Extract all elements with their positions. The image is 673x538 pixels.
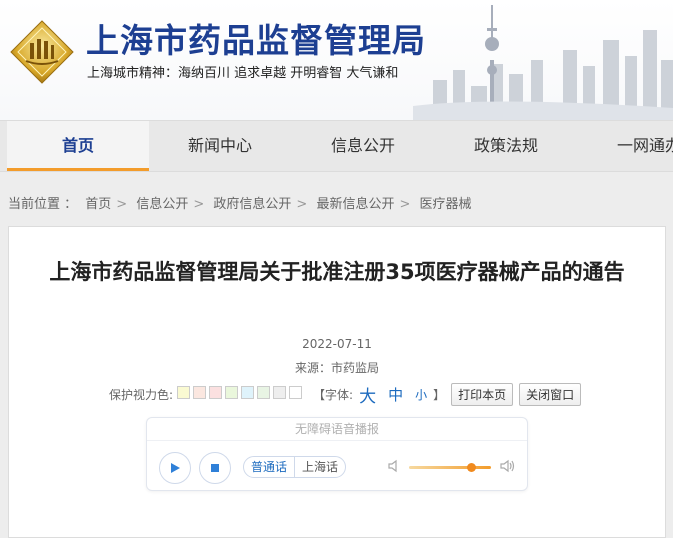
play-icon <box>171 463 180 473</box>
volume-slider[interactable] <box>409 463 491 472</box>
nav-item-info-disclosure[interactable]: 信息公开 <box>292 121 434 171</box>
breadcrumb-medical-devices[interactable]: 医疗器械 <box>420 197 472 212</box>
nav-item-policies[interactable]: 政策法规 <box>435 121 577 171</box>
city-slogan: 上海城市精神：海纳百川 追求卓越 开明睿智 大气谦和 <box>87 66 399 81</box>
volume-slider-handle[interactable] <box>467 463 477 472</box>
breadcrumb: 当前位置 ： 首页 > 信息公开 > 政府信息公开 > 最新信息公开 > 医疗器械 <box>8 193 472 212</box>
volume-up-icon[interactable] <box>499 459 515 473</box>
reading-tools: 保护视力色: 【字体: 大 中 小 】 打印本页 关闭窗口 <box>109 382 582 407</box>
voice-broadcast-player: 无障碍语音播报 普通话 上海话 <box>146 417 528 491</box>
breadcrumb-home[interactable]: 首页 <box>85 197 111 212</box>
breadcrumb-separator: > <box>116 197 128 212</box>
nav-item-one-stop-service[interactable]: 一网通办 <box>578 121 673 171</box>
eye-care-swatch-7[interactable] <box>273 386 287 399</box>
breadcrumb-info-disclosure[interactable]: 信息公开 <box>136 197 188 212</box>
breadcrumb-separator: > <box>193 197 205 212</box>
article-title: 上海市药品监督管理局关于批准注册35项医疗器械产品的通告 <box>49 260 625 284</box>
eye-care-swatch-4[interactable] <box>225 386 239 399</box>
font-size-label-close: 】 <box>433 387 446 402</box>
main-nav: 首页 新闻中心 信息公开 政策法规 一网通办 <box>0 120 673 172</box>
stop-button[interactable] <box>199 452 231 484</box>
print-page-button[interactable]: 打印本页 <box>451 382 514 406</box>
breadcrumb-separator: > <box>399 197 411 212</box>
font-size-large-button[interactable]: 大 <box>359 382 376 407</box>
dialect-switch: 普通话 上海话 <box>243 456 347 478</box>
publish-date: 2022-07-11 <box>302 337 372 351</box>
shanghainese-option[interactable]: 上海话 <box>294 457 345 477</box>
breadcrumb-separator: > <box>296 197 308 212</box>
eye-care-swatch-6[interactable] <box>257 386 271 399</box>
eye-care-swatches <box>177 386 305 402</box>
eye-care-swatch-5[interactable] <box>241 386 255 399</box>
eye-care-swatch-2[interactable] <box>193 386 207 399</box>
volume-down-icon[interactable] <box>387 459 401 473</box>
nav-item-news[interactable]: 新闻中心 <box>149 121 291 171</box>
eye-care-swatch-3[interactable] <box>209 386 223 399</box>
article-panel: 上海市药品监督管理局关于批准注册35项医疗器械产品的通告 2022-07-11 … <box>8 226 666 538</box>
eye-care-color-label: 保护视力色: <box>109 387 174 402</box>
font-size-medium-button[interactable]: 中 <box>388 384 403 405</box>
site-title[interactable]: 上海市药品监督管理局 <box>86 14 426 62</box>
player-title: 无障碍语音播报 <box>147 418 527 441</box>
font-size-label: 【字体: <box>313 387 354 402</box>
nav-item-home[interactable]: 首页 <box>7 121 149 171</box>
breadcrumb-latest-info[interactable]: 最新信息公开 <box>316 197 394 212</box>
breadcrumb-gov-info[interactable]: 政府信息公开 <box>213 197 291 212</box>
eye-care-swatch-8[interactable] <box>289 386 303 399</box>
stop-icon <box>211 464 219 472</box>
city-skyline-illustration <box>413 5 673 120</box>
breadcrumb-prefix: 当前位置 ： <box>8 197 78 212</box>
play-button[interactable] <box>159 452 191 484</box>
eye-care-swatch-1[interactable] <box>177 386 191 399</box>
site-header: 上海市药品监督管理局 上海城市精神：海纳百川 追求卓越 开明睿智 大气谦和 <box>0 0 673 120</box>
close-window-button[interactable]: 关闭窗口 <box>519 382 582 406</box>
mandarin-option[interactable]: 普通话 <box>244 457 294 477</box>
bureau-emblem-icon[interactable] <box>9 19 75 85</box>
font-size-small-button[interactable]: 小 <box>415 386 427 403</box>
article-source: 来源：市药监局 <box>294 361 379 375</box>
